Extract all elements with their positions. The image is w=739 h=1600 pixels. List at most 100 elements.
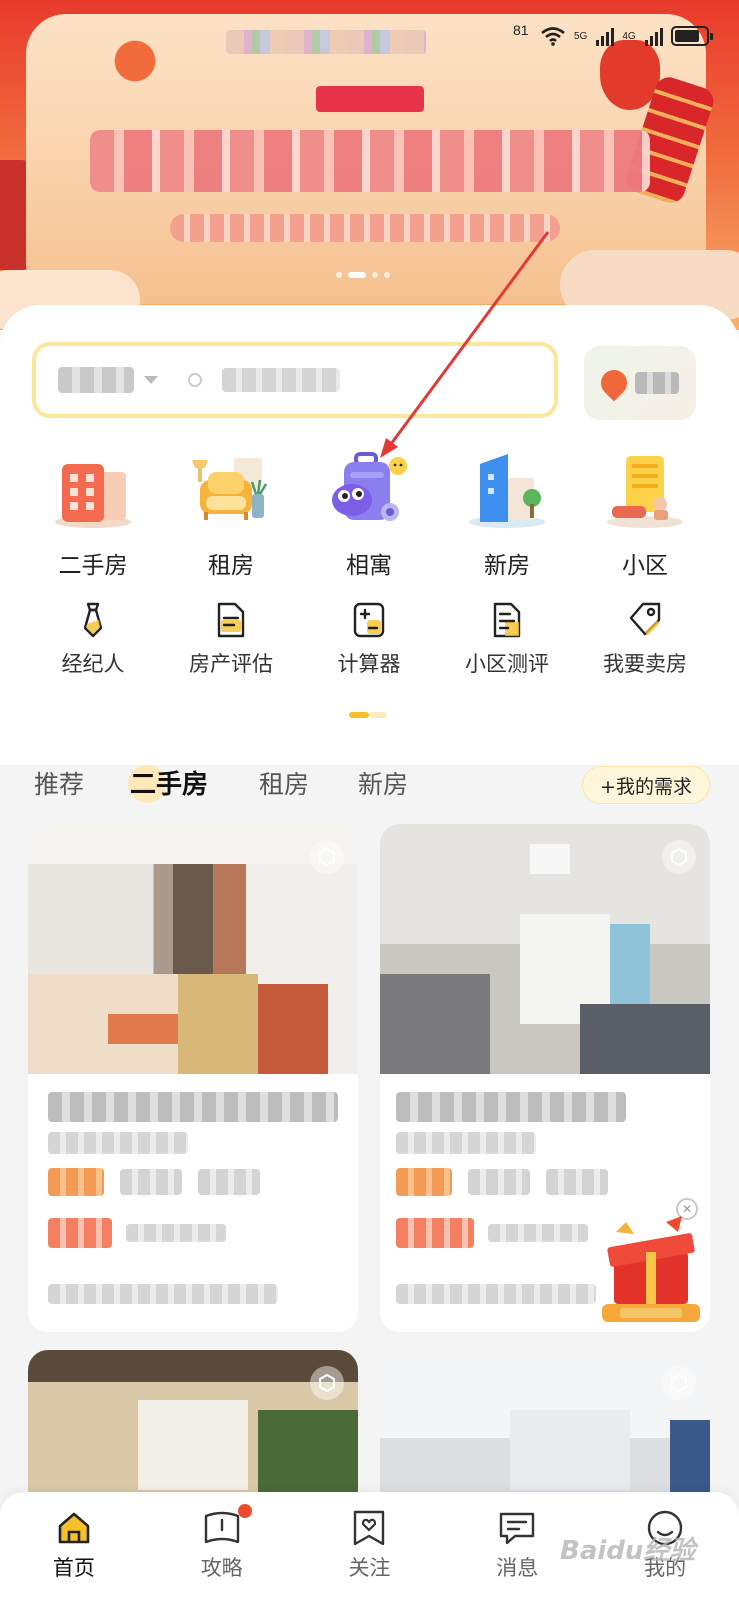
nav-home[interactable]: 首页 — [0, 1492, 148, 1600]
vr-icon — [310, 840, 344, 874]
notification-icons-blurred — [226, 30, 426, 54]
community-icon — [607, 456, 683, 528]
building-icon — [55, 464, 131, 528]
category-label: 二手房 — [58, 552, 128, 578]
notification-badge — [237, 1504, 252, 1518]
message-icon — [500, 1512, 535, 1545]
search-bar[interactable] — [32, 342, 558, 418]
listing-meta-blurred — [48, 1132, 188, 1154]
price-tag-icon — [629, 602, 661, 636]
tool-community-review[interactable]: 小区测评 — [438, 600, 576, 678]
listing-card[interactable] — [28, 824, 358, 1332]
nav-label: 攻略 — [200, 1556, 243, 1580]
review-doc-icon — [493, 602, 521, 638]
banner-dot — [384, 272, 390, 278]
category-label: 小区 — [622, 552, 668, 578]
listing-title-blurred — [48, 1092, 338, 1122]
listing-tag — [546, 1169, 608, 1195]
tool-label: 小区测评 — [465, 652, 549, 676]
tool-sell-house[interactable]: 我要卖房 — [576, 600, 714, 678]
listing-photo — [28, 824, 358, 1074]
nav-guide[interactable]: 攻略 — [148, 1492, 296, 1600]
listing-tag — [198, 1169, 260, 1195]
map-pin-icon — [595, 364, 633, 402]
sofa-icon — [192, 458, 268, 520]
luggage-mascot-icon — [332, 452, 407, 521]
network-label-4g: 4G — [622, 30, 636, 42]
listing-tag — [120, 1169, 182, 1195]
nav-label: 首页 — [52, 1556, 95, 1580]
category-label: 相寓 — [346, 552, 392, 578]
status-bar: 81 5G 4G — [0, 18, 739, 68]
listing-tag — [468, 1169, 530, 1195]
banner-dot-active — [348, 272, 366, 278]
search-icon — [188, 373, 202, 387]
new-building-icon — [469, 454, 545, 528]
chevron-down-icon — [144, 376, 158, 384]
listing-unit-price-blurred — [488, 1224, 588, 1242]
listing-meta-blurred — [396, 1132, 536, 1154]
guide-book-icon — [204, 1511, 239, 1544]
category-row: 二手房 租房 相寓 新房 小区 — [24, 450, 714, 580]
category-pager — [349, 712, 387, 718]
category-rent[interactable]: 租房 — [162, 450, 300, 580]
map-label-blurred — [635, 372, 679, 394]
tool-agent[interactable]: 经纪人 — [24, 600, 162, 678]
tab-recommend[interactable]: 推荐 — [34, 765, 84, 805]
calculator-icon — [353, 602, 385, 638]
listing-desc-blurred — [396, 1284, 596, 1304]
listing-tag-highlight — [396, 1168, 452, 1196]
category-label: 新房 — [484, 552, 530, 578]
nav-label: 消息 — [496, 1556, 539, 1580]
listing-card[interactable] — [28, 1350, 358, 1510]
listing-price-blurred — [396, 1218, 474, 1248]
search-placeholder-blurred — [222, 368, 340, 392]
banner-pagination — [336, 272, 390, 278]
tab-second-hand[interactable]: 二手房 — [130, 765, 208, 805]
listing-price-blurred — [48, 1218, 112, 1248]
category-community[interactable]: 小区 — [576, 450, 714, 580]
agent-tie-icon — [83, 602, 103, 638]
gift-box-icon[interactable] — [596, 1212, 706, 1324]
category-second-hand[interactable]: 二手房 — [24, 450, 162, 580]
status-time: 81 — [513, 22, 529, 38]
category-new-house[interactable]: 新房 — [438, 450, 576, 580]
my-needs-button[interactable]: +我的需求 — [582, 766, 710, 804]
signal-icon — [596, 26, 615, 46]
banner-title-blurred — [90, 130, 650, 192]
listing-desc-blurred — [48, 1284, 278, 1304]
map-search-button[interactable] — [584, 346, 696, 420]
status-icons: 5G 4G — [540, 26, 713, 46]
network-label-5g: 5G — [574, 30, 588, 42]
city-selector-blurred[interactable] — [58, 367, 134, 393]
wifi-icon — [541, 27, 565, 46]
listing-card[interactable] — [380, 1350, 710, 1510]
tool-valuation[interactable]: 房产评估 — [162, 600, 300, 678]
tab-rent[interactable]: 租房 — [259, 765, 309, 805]
listing-tags — [396, 1168, 690, 1196]
vr-icon — [662, 840, 696, 874]
pager-inactive — [369, 712, 387, 718]
document-icon — [217, 602, 245, 638]
nav-label: 关注 — [348, 1556, 391, 1580]
tool-label: 经纪人 — [61, 652, 125, 676]
vr-icon — [310, 1366, 344, 1400]
listing-photo — [28, 1350, 358, 1510]
pager-active — [349, 712, 369, 718]
listing-photo — [380, 824, 710, 1074]
listing-unit-price-blurred — [126, 1224, 226, 1242]
listing-photo — [380, 1350, 710, 1510]
watermark: Baidu经验 — [560, 1536, 696, 1566]
banner-dot — [336, 272, 342, 278]
category-xiangyu[interactable]: 相寓 — [300, 450, 438, 580]
vr-icon — [662, 1366, 696, 1400]
banner-dot — [372, 272, 378, 278]
nav-follow[interactable]: 关注 — [296, 1492, 444, 1600]
home-icon — [58, 1512, 90, 1544]
tool-calculator[interactable]: 计算器 — [300, 600, 438, 678]
battery-icon — [670, 26, 713, 46]
banner-tag-blurred — [316, 86, 424, 112]
signal-icon — [644, 26, 663, 46]
tab-new-house[interactable]: 新房 — [358, 765, 408, 805]
listing-title-blurred — [396, 1092, 626, 1122]
